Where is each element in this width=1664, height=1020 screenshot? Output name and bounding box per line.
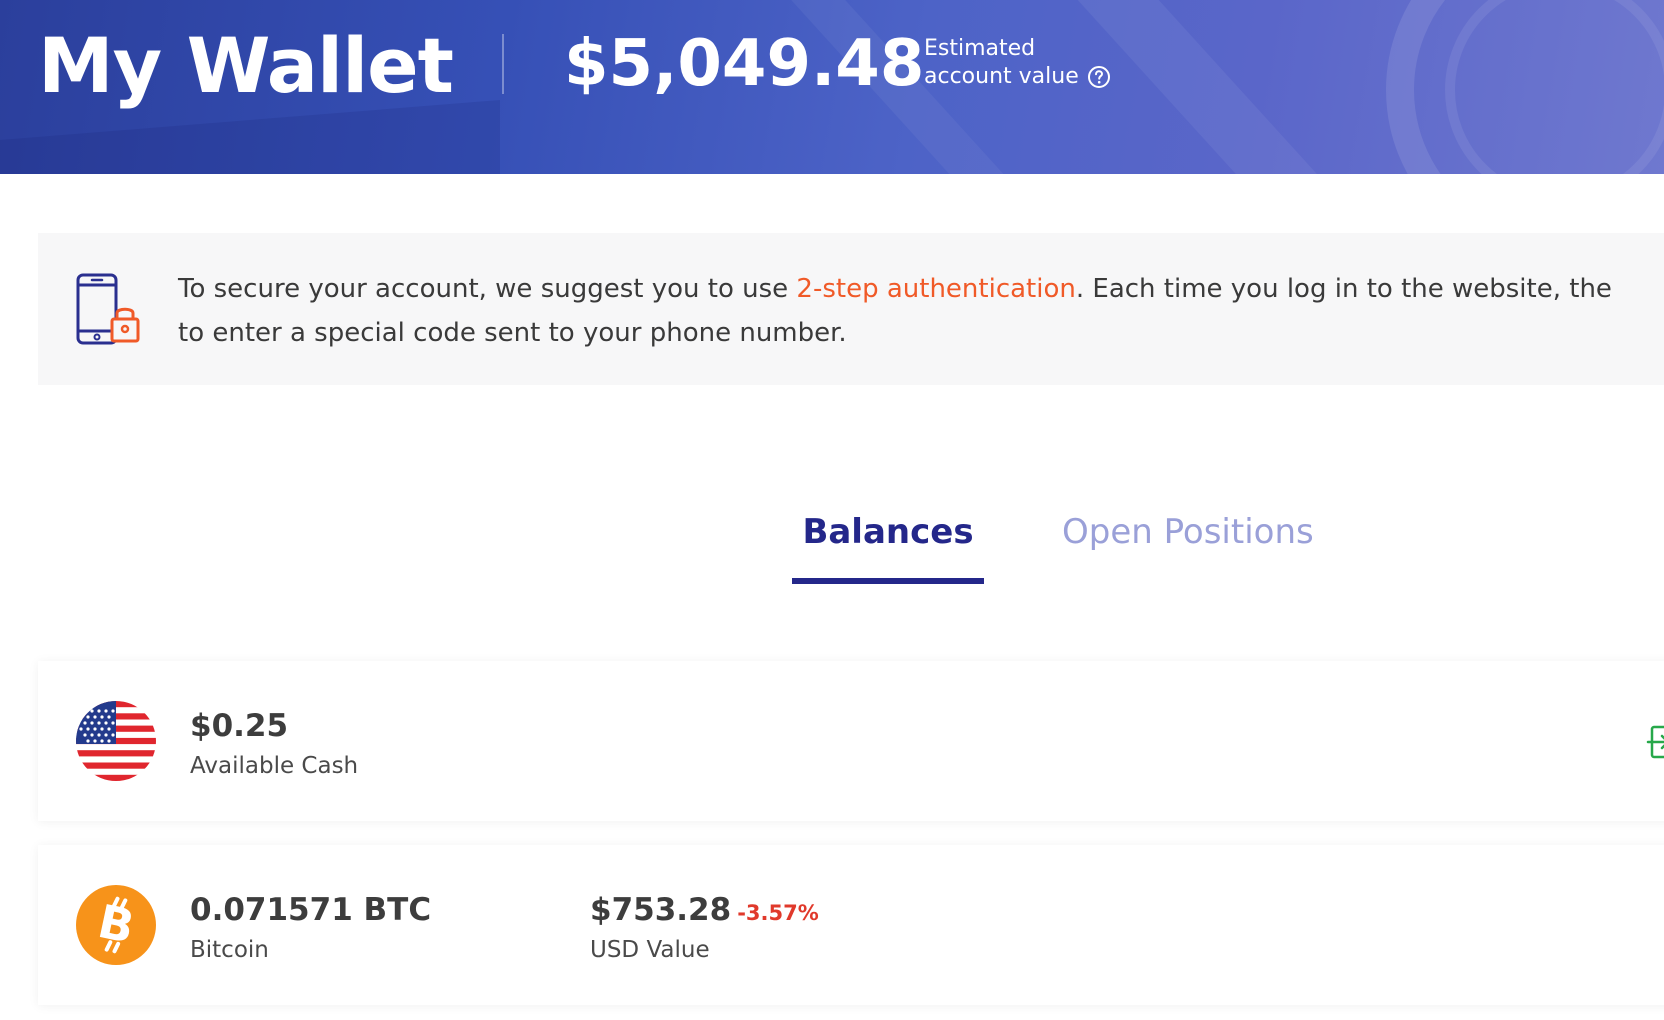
notice-text-before: To secure your account, we suggest you t… [178, 274, 797, 304]
btc-usd-value: $753.28 -3.57% [590, 891, 819, 932]
cash-label: Available Cash [190, 753, 359, 779]
btc-change-badge: -3.57% [737, 901, 819, 925]
cash-amount: $0.25 [190, 708, 289, 744]
wallet-tabs: Balances Open Positions [0, 500, 1664, 590]
account-value-label: Estimated account value [924, 35, 1111, 91]
btc-label: Bitcoin [190, 937, 269, 963]
header-divider [502, 34, 504, 94]
account-value: $5,049.48 [564, 27, 925, 101]
notice-text: To secure your account, we suggest you t… [178, 267, 1664, 355]
notice-text-after: . Each time you log in to the website, t… [1075, 274, 1612, 304]
page-title: My Wallet [38, 21, 454, 110]
balance-row-bitcoin: B 0.071571 BTC Bitcoin $753.28 -3.57% USD… [38, 845, 1664, 1005]
wallet-header: My Wallet $5,049.48 Estimated account va… [0, 0, 1664, 174]
two-factor-notice: To secure your account, we suggest you t… [38, 233, 1664, 385]
question-circle-icon[interactable] [1087, 65, 1111, 89]
bitcoin-icon: B [76, 885, 156, 965]
tab-balances[interactable]: Balances [792, 500, 984, 584]
two-step-auth-link[interactable]: 2-step authentication [796, 274, 1075, 304]
btc-usd-label: USD Value [590, 937, 710, 963]
btc-amount: 0.071571 BTC [190, 892, 432, 928]
phone-lock-icon [76, 273, 140, 345]
balance-row-usd: $0.25 Available Cash [38, 661, 1664, 821]
deposit-icon[interactable] [1646, 725, 1664, 759]
tab-open-positions[interactable]: Open Positions [1062, 500, 1314, 582]
btc-usd-amount: $753.28 [590, 892, 732, 928]
account-value-label-line1: Estimated [924, 36, 1036, 61]
notice-text-line2: to enter a special code sent to your pho… [178, 318, 847, 348]
us-flag-icon [76, 701, 156, 781]
account-value-label-line2: account value [924, 64, 1079, 89]
